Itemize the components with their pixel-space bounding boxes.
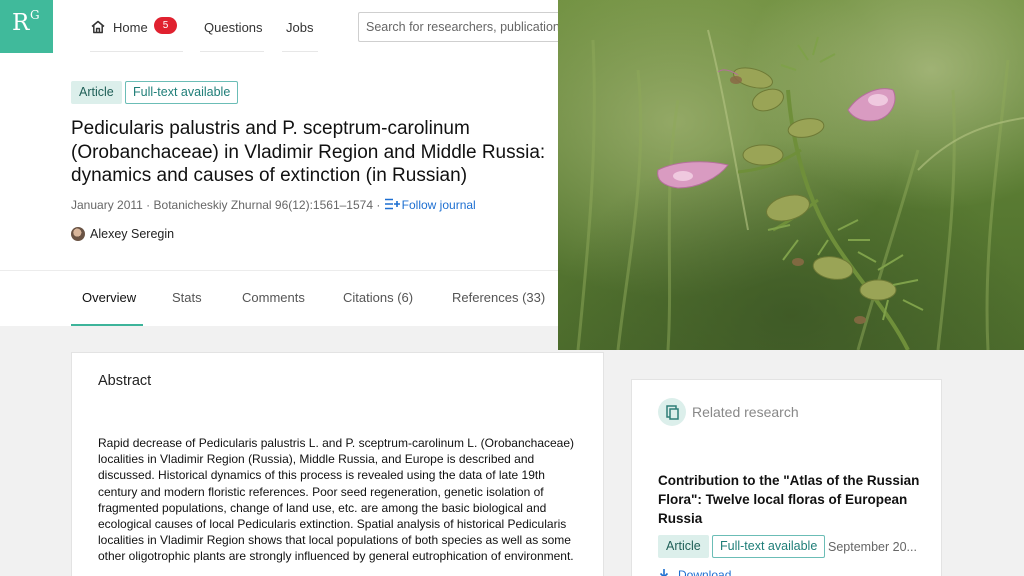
researchgate-logo[interactable]: R G — [0, 0, 53, 53]
tab-stats[interactable]: Stats — [172, 270, 202, 326]
article-type-tag: Article — [71, 81, 122, 104]
active-tab-indicator — [71, 324, 143, 326]
tab-citations-label: Citations (6) — [343, 290, 414, 305]
house-icon — [91, 20, 105, 34]
tab-overview[interactable]: Overview — [71, 270, 143, 326]
nav-questions-label: Questions — [204, 20, 263, 35]
tab-overview-label: Overview — [82, 290, 137, 305]
plant-photo — [558, 0, 1024, 350]
abstract-text: Rapid decrease of Pedicularis palustris … — [98, 436, 575, 564]
related-research-card: Related research Contribution to the "At… — [631, 379, 942, 576]
author-name: Alexey Seregin — [90, 227, 175, 241]
download-label: Download — [678, 568, 732, 576]
tab-references[interactable]: References (33) — [452, 270, 545, 326]
plant-photo-image — [558, 0, 1024, 350]
abstract-heading: Abstract — [98, 373, 152, 389]
related-research-heading: Related research — [692, 404, 799, 420]
journal-name[interactable]: Botanicheskiy Zhurnal 96(12):1561–1574 — [154, 198, 373, 212]
fulltext-available-tag: Full-text available — [125, 81, 239, 104]
related-research-icon — [658, 398, 686, 426]
tab-comments[interactable]: Comments — [242, 270, 305, 326]
related-article-title[interactable]: Contribution to the "Atlas of the Russia… — [658, 471, 923, 528]
logo-letter-g: G — [30, 8, 40, 22]
logo-letter-r: R — [12, 10, 30, 36]
tab-stats-label: Stats — [172, 290, 202, 305]
nav-home-label: Home — [113, 20, 148, 35]
nav-jobs[interactable]: Jobs — [282, 14, 318, 52]
nav-jobs-label: Jobs — [286, 20, 314, 35]
related-article-type-tag: Article — [658, 535, 709, 558]
nav-underline — [200, 51, 264, 52]
follow-journal-icon — [384, 198, 400, 210]
related-article-date: September 20... — [828, 540, 917, 554]
abstract-card: Abstract Rapid decrease of Pedicularis p… — [71, 352, 604, 576]
meta-separator: · — [373, 198, 384, 212]
tab-references-label: References (33) — [452, 290, 546, 305]
follow-journal-link[interactable]: Follow journal — [384, 198, 476, 212]
download-button[interactable]: Download — [658, 568, 731, 576]
page-title: Pedicularis palustris and P. sceptrum-ca… — [71, 118, 546, 186]
search-input[interactable] — [358, 12, 558, 42]
publication-meta: January 2011 · Botanicheskiy Zhurnal 96(… — [71, 198, 476, 212]
author-link[interactable]: Alexey Seregin — [71, 227, 174, 241]
nav-underline — [282, 51, 318, 52]
tab-citations[interactable]: Citations (6) — [343, 270, 413, 326]
meta-separator: · — [142, 198, 154, 212]
tab-comments-label: Comments — [242, 290, 305, 305]
publication-date: January 2011 — [71, 198, 143, 212]
download-icon — [659, 569, 669, 576]
nav-home[interactable]: Home 5 — [90, 14, 183, 52]
avatar — [71, 227, 85, 241]
nav-questions[interactable]: Questions — [200, 14, 264, 52]
nav-underline — [90, 51, 183, 52]
related-fulltext-tag: Full-text available — [712, 535, 826, 558]
notification-badge: 5 — [154, 17, 177, 34]
follow-journal-label: Follow journal — [401, 198, 476, 212]
